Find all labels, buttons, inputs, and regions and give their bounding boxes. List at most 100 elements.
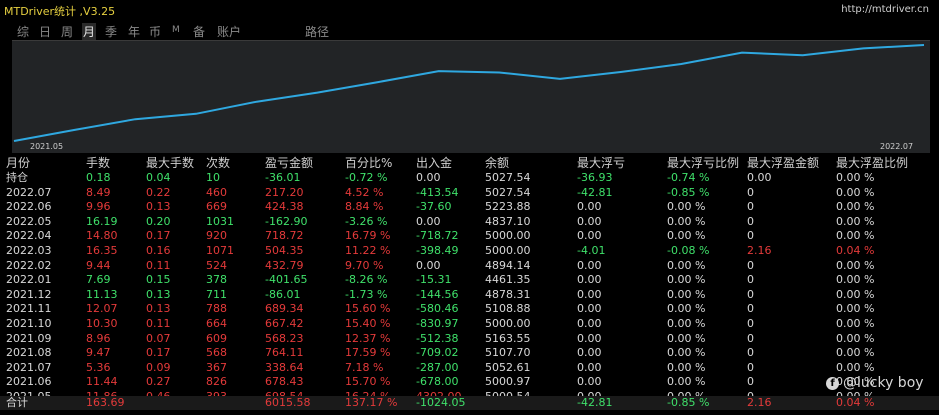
table-row[interactable]: 2021.11 12.07 0.13 788 689.34 15.60 % -580.46 5… bbox=[0, 302, 939, 316]
column-header[interactable]: 最大浮亏 bbox=[577, 156, 625, 170]
table-cell: 0.13 bbox=[146, 287, 171, 301]
app-url-link[interactable]: http://mtdriver.cn bbox=[841, 4, 929, 15]
table-cell: -401.65 bbox=[265, 273, 308, 287]
table-cell: -144.56 bbox=[416, 287, 459, 301]
column-header[interactable]: 次数 bbox=[206, 156, 230, 170]
table-cell: 0.17 bbox=[146, 346, 171, 360]
table-row[interactable]: 2022.07 8.49 0.22 460 217.20 4.52 % -413.54 502… bbox=[0, 186, 939, 200]
watermark-text: @lucky boy bbox=[843, 375, 924, 391]
table-cell: -162.90 bbox=[265, 214, 308, 228]
table-cell: 11.13 bbox=[86, 287, 118, 301]
table-cell: 11.44 bbox=[86, 375, 118, 389]
table-cell: 0 bbox=[747, 229, 754, 243]
table-cell: 15.40 % bbox=[345, 317, 391, 330]
tab-2[interactable]: 周 bbox=[60, 23, 74, 40]
table-cell: 0.27 bbox=[146, 375, 171, 389]
column-header[interactable]: 最大浮盈金额 bbox=[747, 156, 819, 170]
table-cell: 0.18 bbox=[86, 171, 111, 184]
table-cell: 367 bbox=[206, 360, 227, 374]
column-header[interactable]: 最大浮亏比例 bbox=[667, 156, 739, 170]
table-row[interactable]: 2022.04 14.80 0.17 920 718.72 16.79 % -718.72 5… bbox=[0, 229, 939, 243]
table-row[interactable]: 2021.09 8.96 0.07 609 568.23 12.37 % -512.38 51… bbox=[0, 332, 939, 346]
table-cell: 568.23 bbox=[265, 331, 304, 345]
table-cell: -3.26 % bbox=[345, 214, 388, 228]
tab-7[interactable]: M bbox=[171, 25, 181, 35]
table-row[interactable]: 2021.08 9.47 0.17 568 764.11 17.59 % -709.02 51… bbox=[0, 346, 939, 360]
table-row[interactable]: 2021.06 11.44 0.27 826 678.43 15.70 % -678.00 5… bbox=[0, 375, 939, 389]
column-header[interactable]: 最大浮盈比例 bbox=[836, 156, 908, 170]
table-cell: 0 bbox=[747, 360, 754, 374]
tab-8[interactable]: 备 bbox=[192, 23, 206, 40]
table-cell: 0 bbox=[747, 375, 754, 389]
table-cell: 7.18 % bbox=[345, 360, 384, 374]
tab-6[interactable]: 币 bbox=[148, 23, 162, 40]
table-row[interactable]: 2021.12 11.13 0.13 711 -86.01 -1.73 % -144.56 4… bbox=[0, 288, 939, 302]
table-cell: 0.00 % bbox=[836, 214, 875, 228]
table-row[interactable]: 2022.02 9.44 0.11 524 432.79 9.70 % 0.00 4894.1… bbox=[0, 259, 939, 273]
column-header[interactable]: 最大手数 bbox=[146, 156, 194, 170]
tab-4[interactable]: 季 bbox=[104, 23, 118, 40]
table-cell: 16.79 % bbox=[345, 229, 391, 243]
table-cell: 0.00 bbox=[577, 375, 602, 389]
table-cell: -0.72 % bbox=[345, 171, 388, 184]
column-header[interactable]: 出入金 bbox=[416, 156, 452, 170]
column-header[interactable]: 百分比% bbox=[345, 156, 392, 170]
table-cell: 0.00 % bbox=[836, 346, 875, 360]
tab-9[interactable]: 账户 bbox=[216, 23, 242, 40]
table-cell: 0 bbox=[747, 214, 754, 228]
column-header[interactable]: 盈亏金额 bbox=[265, 156, 313, 170]
table-cell: 11.22 % bbox=[345, 244, 391, 257]
table-row[interactable]: 2022.05 16.19 0.20 1031 -162.90 -3.26 % 0.00 48… bbox=[0, 215, 939, 229]
table-cell: -287.00 bbox=[416, 360, 459, 374]
table-row[interactable]: 2022.01 7.69 0.15 378 -401.65 -8.26 % -15.31 44… bbox=[0, 273, 939, 287]
table-row[interactable]: 持仓 0.18 0.04 10 -36.01 -0.72 % 0.00 5027.54 -36.… bbox=[0, 171, 939, 185]
table-cell: 0.00 bbox=[577, 331, 602, 345]
table-cell: 0.00 % bbox=[667, 273, 706, 287]
table-cell: 432.79 bbox=[265, 258, 304, 272]
table-total-row[interactable]: 合计 163.69 6015.58 137.17 % -1024.05 -42.81 -0.… bbox=[0, 396, 939, 410]
table-cell: 0.17 bbox=[146, 229, 171, 243]
table-cell: -86.01 bbox=[265, 287, 301, 301]
table-cell: 0.22 bbox=[146, 185, 171, 199]
table-cell: 788 bbox=[206, 302, 227, 316]
table-cell: 0.00 % bbox=[667, 360, 706, 374]
tab-5[interactable]: 年 bbox=[127, 23, 141, 40]
table-cell: 4837.10 bbox=[485, 214, 531, 228]
table-row[interactable]: 2022.03 16.35 0.16 1071 504.35 11.22 % -398.49… bbox=[0, 244, 939, 258]
table-row[interactable]: 2021.07 5.36 0.09 367 338.64 7.18 % -287.00 505… bbox=[0, 361, 939, 375]
table-cell: 920 bbox=[206, 229, 227, 243]
table-cell: -398.49 bbox=[416, 244, 459, 257]
table-cell: 5000.00 bbox=[485, 244, 531, 257]
table-cell: -0.74 % bbox=[667, 171, 710, 184]
horizontal-scrollbar[interactable] bbox=[0, 410, 939, 415]
table-cell: 718.72 bbox=[265, 229, 304, 243]
table-cell: -580.46 bbox=[416, 302, 459, 316]
table-cell: 0.00 bbox=[577, 360, 602, 374]
table-cell: -0.85 % bbox=[667, 185, 710, 199]
table-row[interactable]: 2021.10 10.30 0.11 664 667.42 15.40 % -830.97 5… bbox=[0, 317, 939, 331]
table-cell: 1031 bbox=[206, 214, 234, 228]
column-header[interactable]: 余额 bbox=[485, 156, 509, 170]
table-cell: 0.13 bbox=[146, 302, 171, 316]
table-row[interactable]: 2022.06 9.96 0.13 669 424.38 8.84 % -37.60 5223… bbox=[0, 200, 939, 214]
table-cell: -0.08 % bbox=[667, 244, 710, 257]
table-cell: 0.04 % bbox=[836, 396, 875, 409]
table-cell: 0.00 % bbox=[667, 258, 706, 272]
table-cell: 5027.54 bbox=[485, 171, 531, 184]
tab-1[interactable]: 日 bbox=[38, 23, 52, 40]
column-header[interactable]: 手数 bbox=[86, 156, 110, 170]
facebook-icon: f bbox=[826, 377, 839, 390]
period-tabs: 综日周月季年币 M 备账户 路径 bbox=[0, 20, 939, 40]
column-header[interactable]: 月份 bbox=[6, 156, 30, 170]
table-cell: 0 bbox=[747, 346, 754, 360]
table-cell: 0 bbox=[747, 185, 754, 199]
tab-3[interactable]: 月 bbox=[82, 23, 97, 40]
tab-0[interactable]: 综 bbox=[16, 23, 30, 40]
table-cell: 0.04 bbox=[146, 171, 171, 184]
table-cell: 0.00 % bbox=[836, 258, 875, 272]
tab-10[interactable]: 路径 bbox=[304, 23, 330, 40]
table-cell: -36.01 bbox=[265, 171, 301, 184]
table-cell: 0.00 % bbox=[667, 317, 706, 330]
table-cell: 0.00 bbox=[577, 317, 602, 330]
table-cell: 0.00 bbox=[577, 302, 602, 316]
